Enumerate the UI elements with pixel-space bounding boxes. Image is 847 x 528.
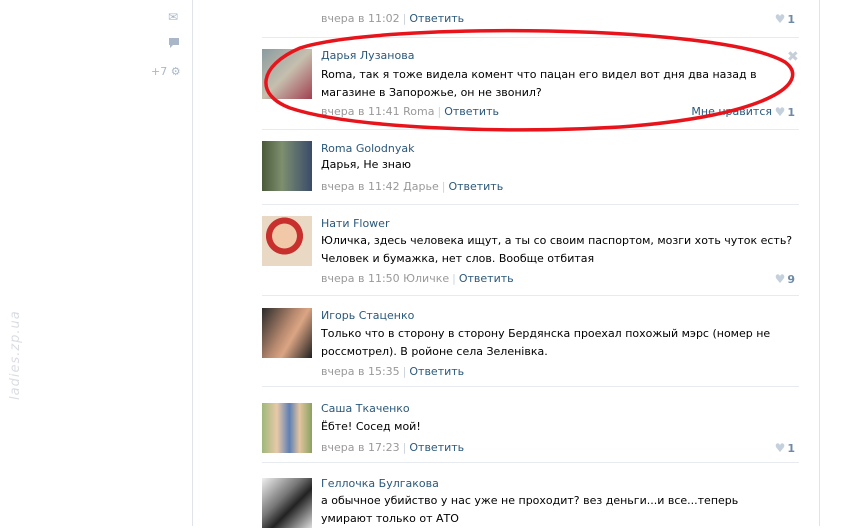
watermark: ladies.zp.ua [8,310,23,400]
avatar[interactable] [262,478,312,528]
reply-link[interactable]: Ответить [409,441,464,454]
reply-link[interactable]: Ответить [444,105,499,118]
comment-author[interactable]: Нати Flower [321,217,389,230]
heart-icon: ♥ [774,441,786,455]
comment-meta: вчера в 11:02 | Ответить [321,12,465,25]
like-count: 9 [787,273,795,286]
comment-author[interactable]: Геллочка Булгакова [321,477,439,490]
like-count: 1 [787,13,795,26]
comment-author[interactable]: Игорь Стаценко [321,309,414,322]
like-link[interactable]: Мне нравится [691,105,772,118]
left-sidebar [0,0,193,526]
comment-partial: вчера в 11:02 | Ответить ♥ 1 [262,0,799,38]
comment-text: Только что в сторону в сторону Бердянска… [321,327,771,358]
reply-link[interactable]: Ответить [448,180,503,193]
like-button[interactable]: ♥ 1 [775,441,795,455]
comment-time[interactable]: вчера в 15:35 [321,365,400,378]
comment-meta: вчера в 11:41 Roma | Ответить [321,105,499,118]
comment-time[interactable]: вчера в 11:02 [321,12,400,25]
comment-text: Ёбте! Сосед мой! [321,420,421,433]
avatar[interactable] [262,216,312,266]
avatar[interactable] [262,141,312,191]
avatar[interactable] [262,308,312,358]
heart-icon: ♥ [774,272,786,286]
comment-item: Игорь Стаценко Только что в сторону в ст… [262,295,799,387]
comment-meta: вчера в 17:23 | Ответить [321,441,465,454]
comment-author[interactable]: Дарья Лузанова [321,49,414,62]
envelope-icon[interactable]: ✉ [168,11,178,23]
gear-icon[interactable]: ⚙ [171,65,181,78]
avatar[interactable] [262,49,312,99]
comment-item: Саша Ткаченко Ёбте! Сосед мой! вчера в 1… [262,386,799,463]
comment-time[interactable]: вчера в 11:41 Roma [321,105,434,118]
right-border [819,0,820,526]
comment-time[interactable]: вчера в 11:50 Юличке [321,272,449,285]
close-icon[interactable]: ✖ [787,49,799,65]
comment-author[interactable]: Roma Golodnyak [321,142,414,155]
comment-time[interactable]: вчера в 11:42 Дарье [321,180,439,193]
heart-icon: ♥ [774,105,786,119]
comment-item: Нати Flower Юличка, здесь человека ищут,… [262,204,799,296]
like-count: 1 [787,442,795,455]
comment-item: Геллочка Булгакова а обычное убийство у … [262,462,799,528]
like-count: 1 [787,106,795,119]
heart-icon: ♥ [774,12,786,26]
comment-meta: вчера в 11:50 Юличке | Ответить [321,272,514,285]
counter-label: +7 [151,65,168,78]
like-button[interactable]: ♥ 9 [775,272,795,286]
comment-text: Дарья, Не знаю [321,158,411,171]
like-button[interactable]: ♥ 1 [775,105,795,119]
reply-link[interactable]: Ответить [459,272,514,285]
comments-counter[interactable]: +7 ⚙ [151,65,181,78]
comment-text: а обычное убийство у нас уже не проходит… [321,494,739,525]
comment-meta: вчера в 15:35 | Ответить [321,365,465,378]
speech-bubble-icon[interactable] [168,37,180,51]
avatar[interactable] [262,403,312,453]
comment-time[interactable]: вчера в 17:23 [321,441,400,454]
comment-item: Дарья Лузанова Roma, так я тоже видела к… [262,37,799,130]
reply-link[interactable]: Ответить [409,365,464,378]
comment-item: Roma Golodnyak Дарья, Не знаю вчера в 11… [262,129,799,205]
comment-author[interactable]: Саша Ткаченко [321,402,410,415]
comment-meta: вчера в 11:42 Дарье | Ответить [321,180,504,193]
comment-text: Roma, так я тоже видела комент что пацан… [321,68,757,99]
like-button[interactable]: ♥ 1 [775,12,795,26]
comment-text: Юличка, здесь человека ищут, а ты со сво… [321,234,793,265]
reply-link[interactable]: Ответить [409,12,464,25]
